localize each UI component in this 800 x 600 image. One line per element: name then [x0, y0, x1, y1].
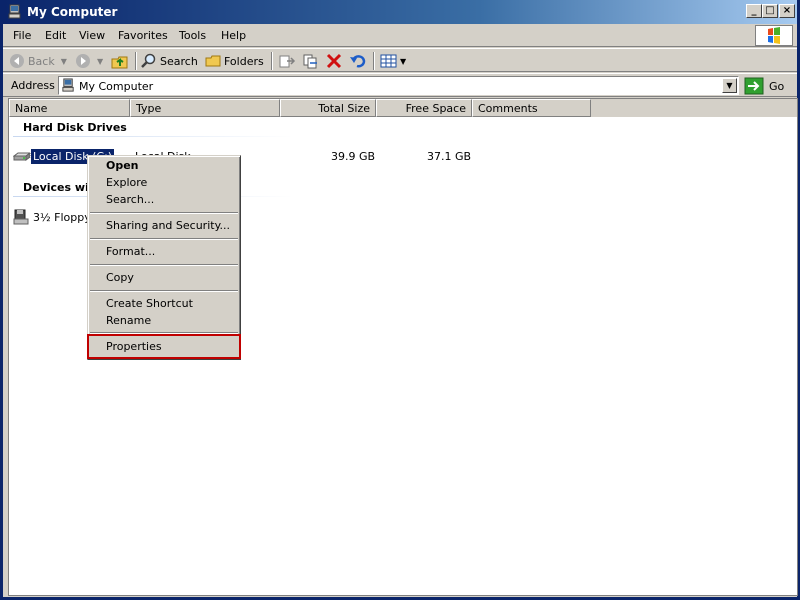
menu-bar: File Edit View Favorites Tools Help	[3, 24, 797, 47]
address-label: Address	[11, 79, 55, 92]
menu-help[interactable]: Help	[221, 29, 246, 42]
column-free-space[interactable]: Free Space	[376, 99, 472, 117]
column-name[interactable]: Name	[9, 99, 130, 117]
maximize-icon: □	[765, 5, 775, 16]
back-dropdown-icon: ▼	[60, 56, 67, 66]
local-disk-total-size: 39.9 GB	[331, 150, 376, 163]
chevron-down-icon: ▼	[726, 81, 733, 90]
windows-logo	[755, 25, 793, 46]
delete-button[interactable]	[326, 51, 342, 71]
my-computer-icon	[62, 78, 74, 92]
menu-edit[interactable]: Edit	[45, 29, 66, 42]
address-bar: Address My Computer ▼ Go	[3, 73, 797, 97]
local-disk-free-space: 37.1 GB	[427, 150, 472, 163]
up-folder-icon	[111, 56, 128, 69]
menu-item-copy[interactable]: Copy	[106, 271, 134, 288]
menu-separator	[90, 238, 238, 240]
column-total-size[interactable]: Total Size	[280, 99, 376, 117]
move-to-icon	[279, 55, 296, 68]
floppy-drive-icon	[13, 209, 29, 225]
menu-separator	[90, 290, 238, 292]
menu-separator	[90, 212, 238, 214]
toolbar-separator	[135, 52, 137, 70]
menu-tools[interactable]: Tools	[179, 29, 206, 42]
up-folder-button[interactable]	[111, 51, 129, 71]
standard-toolbar: Back ▼ ▼ Search Folders ▼	[3, 48, 797, 72]
undo-icon	[350, 55, 366, 68]
group-hard-disk-drives: Hard Disk Drives	[23, 121, 127, 134]
column-header-bar: Name Type Total Size Free Space Comments	[9, 99, 797, 117]
column-comments[interactable]: Comments	[472, 99, 591, 117]
search-icon	[141, 53, 156, 68]
explorer-window: My Computer _ □ × File Edit View Favorit…	[0, 0, 800, 600]
hard-drive-icon	[13, 152, 31, 161]
back-arrow-icon	[10, 54, 24, 68]
menu-view[interactable]: View	[79, 29, 105, 42]
copy-to-icon	[303, 54, 317, 69]
menu-item-format[interactable]: Format...	[106, 245, 155, 262]
views-dropdown-icon: ▼	[400, 56, 407, 66]
forward-arrow-icon	[76, 54, 90, 68]
menu-item-open[interactable]: Open	[106, 159, 139, 176]
maximize-button[interactable]: □	[762, 4, 778, 18]
window-title: My Computer	[27, 5, 118, 19]
move-to-button[interactable]	[278, 51, 296, 71]
column-type[interactable]: Type	[130, 99, 280, 117]
views-button[interactable]: ▼	[380, 51, 406, 71]
menu-item-explore[interactable]: Explore	[106, 176, 147, 193]
title-bar[interactable]: My Computer _ □ ×	[3, 0, 797, 24]
forward-button[interactable]: ▼	[75, 51, 103, 71]
copy-to-button[interactable]	[302, 51, 320, 71]
toolbar-separator	[373, 52, 375, 70]
floppy-name: 3½ Floppy	[33, 211, 91, 224]
forward-dropdown-icon: ▼	[97, 56, 104, 66]
address-input[interactable]: My Computer ▼	[58, 76, 739, 95]
minimize-button[interactable]: _	[746, 4, 762, 18]
menu-item-sharing-security[interactable]: Sharing and Security...	[106, 219, 230, 236]
address-value: My Computer	[79, 80, 154, 93]
go-label: Go	[769, 79, 785, 93]
close-button[interactable]: ×	[779, 4, 795, 18]
context-menu: Open Explore Search... Sharing and Secur…	[87, 155, 241, 360]
menu-file[interactable]: File	[13, 29, 31, 42]
menu-item-rename[interactable]: Rename	[106, 314, 151, 331]
back-button[interactable]: Back ▼	[9, 51, 67, 71]
menu-favorites[interactable]: Favorites	[118, 29, 168, 42]
list-item-local-disk[interactable]: Local Disk (C:) Local Disk 39.9 GB 37.1 …	[13, 148, 483, 166]
go-arrow-icon	[744, 77, 764, 95]
group-removable-devices: Devices wit	[23, 181, 95, 194]
properties-highlight-box	[87, 334, 241, 359]
views-grid-icon	[380, 54, 397, 68]
undo-button[interactable]	[349, 51, 367, 71]
folders-icon	[205, 55, 221, 67]
menu-item-search[interactable]: Search...	[106, 193, 154, 210]
close-icon: ×	[782, 5, 792, 16]
folders-button[interactable]: Folders	[205, 51, 264, 71]
toolbar-separator	[271, 52, 273, 70]
menu-separator	[90, 264, 238, 266]
group-divider	[13, 136, 293, 137]
search-button[interactable]: Search	[141, 51, 198, 71]
my-computer-icon	[8, 4, 21, 19]
address-dropdown-button[interactable]: ▼	[722, 78, 737, 93]
menu-item-create-shortcut[interactable]: Create Shortcut	[106, 297, 193, 314]
delete-x-icon	[326, 53, 342, 69]
go-button[interactable]: Go	[744, 76, 784, 96]
minimize-icon: _	[751, 5, 757, 16]
windows-flag-icon	[768, 27, 780, 44]
